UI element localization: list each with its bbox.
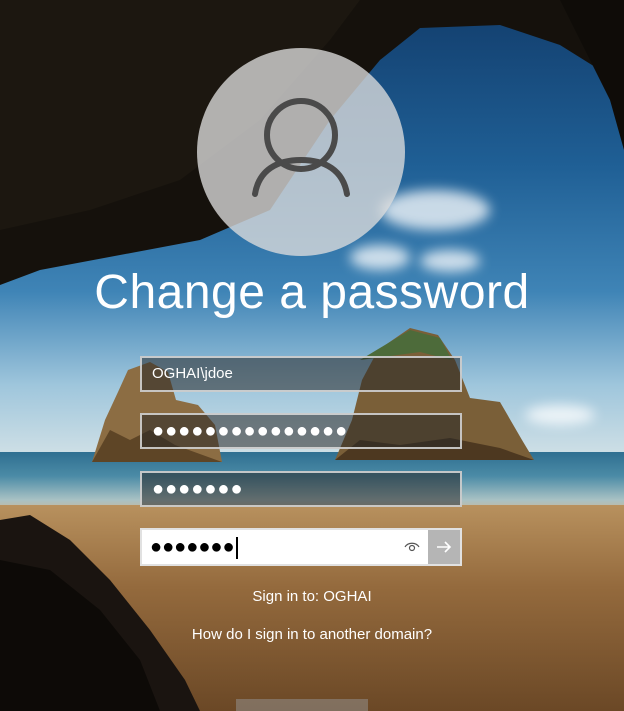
old-password-field[interactable]: ●●●●●●●●●●●●●●●: [140, 413, 462, 449]
confirm-password-field[interactable]: ●●●●●●●: [142, 530, 428, 564]
eye-icon[interactable]: [404, 540, 420, 554]
arrow-right-icon: [437, 541, 452, 553]
new-password-field[interactable]: ●●●●●●●: [140, 471, 462, 507]
bottom-tab: [236, 699, 368, 711]
confirm-password-row: ●●●●●●●: [140, 528, 462, 566]
user-silhouette-icon: [252, 98, 350, 197]
page-title: Change a password: [94, 266, 530, 319]
user-avatar: [197, 48, 405, 256]
text-caret: [235, 536, 238, 559]
submit-button[interactable]: [428, 530, 460, 564]
confirm-password-value: ●●●●●●●: [150, 536, 235, 558]
username-field[interactable]: OGHAI\jdoe: [140, 356, 462, 392]
sign-in-domain-label: Sign in to: OGHAI: [252, 588, 372, 605]
other-domain-link[interactable]: How do I sign in to another domain?: [0, 626, 624, 643]
